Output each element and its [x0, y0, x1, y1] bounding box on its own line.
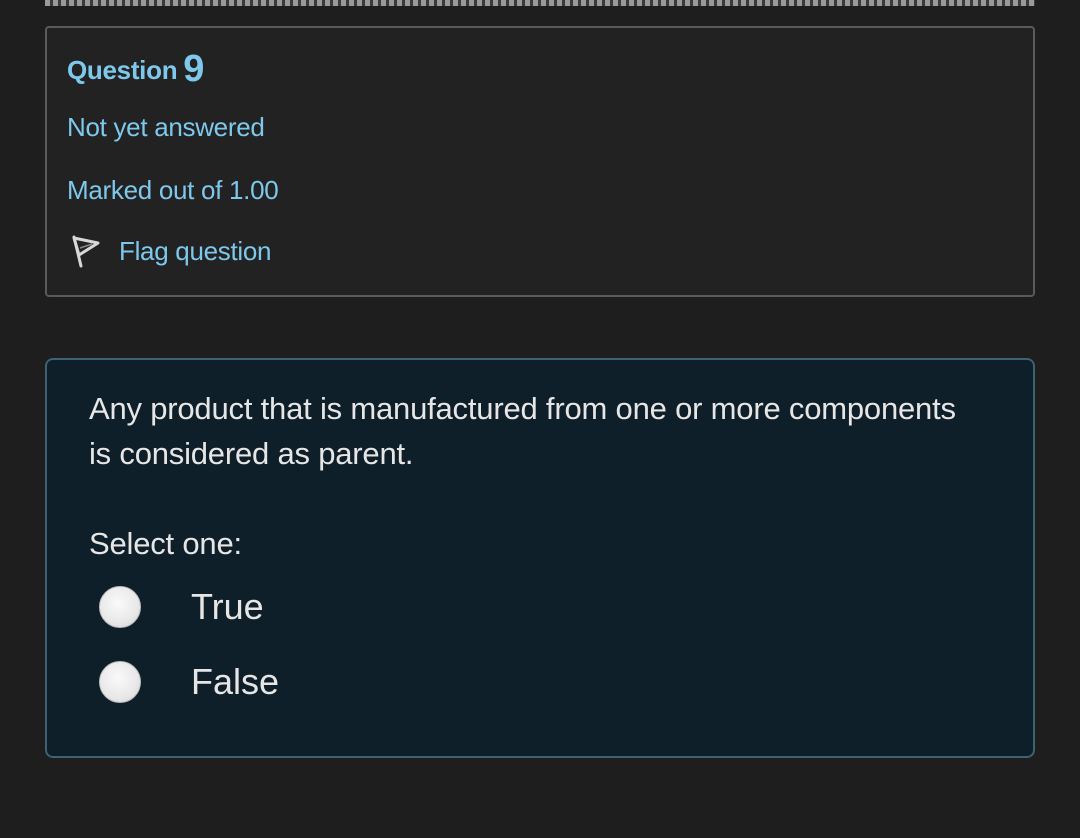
question-content-panel: Any product that is manufactured from on… [45, 358, 1035, 758]
answer-label-false: False [191, 661, 280, 702]
question-number-heading: Question 9 [67, 46, 205, 90]
question-state: Not yet answered [67, 112, 265, 142]
question-label: Question [67, 55, 178, 85]
radio-button-false[interactable] [99, 661, 141, 703]
answer-prompt: Select one: [89, 526, 242, 561]
flag-question-label: Flag question [119, 235, 272, 266]
question-number: 9 [183, 48, 205, 90]
flag-question-link[interactable]: Flag question [69, 234, 272, 268]
dotted-divider [45, 0, 1035, 6]
question-info-panel: Question 9 Not yet answered Marked out of… [45, 26, 1035, 297]
question-text: Any product that is manufactured from on… [89, 391, 956, 471]
answer-option-false[interactable]: False [99, 661, 279, 703]
radio-button-true[interactable] [99, 586, 141, 628]
answer-label-true: True [191, 586, 264, 627]
answer-option-true[interactable]: True [99, 586, 264, 628]
flag-outline-icon [69, 234, 101, 268]
question-grade: Marked out of 1.00 [67, 175, 279, 205]
quiz-page: Question 9 Not yet answered Marked out of… [0, 0, 1080, 838]
